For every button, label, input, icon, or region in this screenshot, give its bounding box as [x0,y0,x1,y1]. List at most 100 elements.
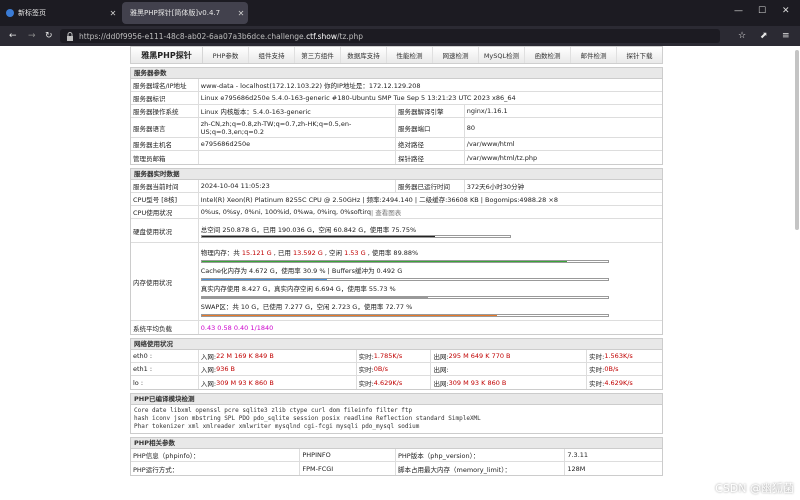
value: www-data - localhost(172.12.103.22) 你的IP… [200,82,421,90]
value: /var/www/html [466,140,515,148]
close-window-icon[interactable]: ✕ [782,6,790,16]
label: 服务器已运行时间 [396,180,465,192]
net-in: 入网: 309 M 93 K 860 B [199,376,357,389]
back-icon[interactable]: ← [9,30,17,42]
net-out: 出网: 309 M 93 K 860 B [431,376,588,389]
nav-performance[interactable]: 性能检测 [387,47,433,63]
minimize-icon[interactable]: — [734,6,743,16]
url-prefix: https://dd0f9956-e111-48c8-ab02-6aa07a3b… [79,31,307,41]
phpinfo-link[interactable]: PHPINFO [300,449,396,461]
table-row: 服务器域名/IP地址 www-data - localhost(172.12.1… [131,79,662,92]
nav-mail[interactable]: 邮件检测 [571,47,617,63]
label: 服务器标识 [131,92,199,104]
net-out: 出网: 295 M 649 K 770 B [431,350,588,362]
url-path: /tz.php [337,31,364,41]
iface: eth0 : [131,350,199,362]
phys-used: 13.592 G [292,248,323,257]
forward-icon[interactable]: → [28,30,36,42]
value: 1.785K/s [373,352,403,360]
tab-title: 新标签页 [18,9,46,17]
net-rt-in: 实时: 4.629K/s [357,376,432,389]
nav-mysql[interactable]: MySQL检测 [479,47,525,63]
label: 服务器语言 [131,118,199,137]
text: 出网: [433,353,449,361]
text: 入网: [200,366,217,374]
phys-total: 15.121 G [241,248,272,257]
table-row: CPU型号 [8核] Intel(R) Xeon(R) Platinum 825… [131,193,662,206]
table-row: 硬盘使用状况 总空间 250.878 G，已用 190.036 G，空闲 60.… [131,219,662,243]
value: 4.629K/s [604,378,633,387]
section-title: PHP相关参数 [131,438,662,449]
value: 2024-10-04 11:05:23 [199,180,396,192]
section-title: 服务器实时数据 [131,169,662,180]
menu-icon[interactable]: ≡ [782,30,790,42]
value: 0.43 0.58 0.40 1/1840 [200,323,274,332]
module-line: Phar tokenizer xml xmlreader xmlwriter m… [134,423,420,430]
cache-memory-bar [200,277,609,281]
url-text: https://dd0f9956-e111-48c8-ab02-6aa07a3b… [79,32,363,41]
text: 入网: [200,379,217,388]
value: 0%us, 0%sy, 0%ni, 100%id, 0%wa, 0%irq, 0… [199,206,662,218]
value: FPM-FCGI [300,462,396,475]
probe-brand[interactable]: 雅黑PHP探针 [131,47,203,63]
table-row: 服务器操作系统 Linux 内核版本：5.4.0-163-generic 服务器… [131,105,662,118]
nav-components[interactable]: 组件支持 [249,47,295,63]
physical-memory-bar [200,259,609,263]
value: 309 M 93 K 860 B [216,378,274,387]
section-title: 网络使用状况 [131,339,662,350]
view-chart-link[interactable]: | 查看图表 [371,207,401,217]
modules-section: PHP已编译模块检测 Core date libxml openssl pcre… [130,393,663,434]
value: e795686d250e [199,138,396,150]
maximize-icon[interactable]: ☐ [758,6,766,16]
cache-memory-text: Cache化内存为 4.672 G，使用率 30.9 % | Buffers缓冲… [200,266,403,275]
page-viewport: 雅黑PHP探针 PHP参数 组件支持 第三方组件 数据库支持 性能检测 网速检测… [0,46,800,500]
nav-database[interactable]: 数据库支持 [341,47,387,63]
text: 实时: [589,379,605,388]
label: 服务器主机名 [131,138,199,150]
text: , 已用 [271,248,293,257]
url-bar[interactable]: https://dd0f9956-e111-48c8-ab02-6aa07a3b… [60,29,720,43]
net-rt-out: 实时: 1.563K/s [587,350,662,362]
label: PHP版本（php_version）： [396,449,566,461]
tab-new-tab[interactable]: 新标签页 ✕ [0,0,120,26]
page-scrollbar[interactable] [795,50,799,230]
tab-probe[interactable]: 雅黑PHP探针[简体版]v0.4.7 ✕ [122,2,248,24]
nav-download[interactable]: 探针下载 [617,47,662,63]
nav-php-params[interactable]: PHP参数 [203,47,249,63]
nav-functions[interactable]: 函数检测 [525,47,571,63]
net-rt-out: 实时: 4.629K/s [587,376,662,389]
table-row: PHP信息（phpinfo）： PHPINFO PHP版本（php_versio… [131,449,662,462]
value: 309 M 93 K 860 B [448,378,507,387]
text: 实时: [358,366,374,374]
server-params-section: 服务器参数 服务器域名/IP地址 www-data - localhost(17… [130,67,663,165]
text: 实时: [358,379,374,388]
label: CPU使用状况 [131,206,199,218]
net-rt-in: 实时: 0B/s [357,363,432,375]
close-tab-icon[interactable]: ✕ [234,9,248,18]
tab-title: 雅黑PHP探针[简体版]v0.4.7 [130,9,221,17]
text: , 使用率 89.88% [365,248,419,257]
table-row: CPU使用状况 0%us, 0%sy, 0%ni, 100%id, 0%wa, … [131,206,662,219]
net-in: 入网: 22 M 169 K 849 B [199,350,357,362]
value: 80 [466,123,476,132]
bookmark-star-icon[interactable]: ☆ [738,30,746,42]
probe-nav: 雅黑PHP探针 PHP参数 组件支持 第三方组件 数据库支持 性能检测 网速检测… [130,46,663,64]
value: 936 B [216,365,236,373]
browser-toolbar: ← → ↻ https://dd0f9956-e111-48c8-ab02-6a… [0,26,800,46]
text: 实时: [358,353,374,361]
nav-network-speed[interactable]: 网速检测 [433,47,479,63]
table-row: 服务器主机名 e795686d250e 绝对路径 /var/www/html [131,138,662,151]
net-out: 出网: [431,363,588,375]
value: 128M [567,464,586,473]
realtime-section: 服务器实时数据 服务器当前时间 2024-10-04 11:05:23 服务器已… [130,168,663,335]
reload-icon[interactable]: ↻ [45,30,53,42]
close-tab-icon[interactable]: ✕ [106,9,120,18]
nav-third-party[interactable]: 第三方组件 [295,47,341,63]
value [199,151,396,164]
table-row: 服务器语言 zh-CN,zh;q=0.8,zh-TW;q=0.7,zh-HK;q… [131,118,662,138]
network-section: 网络使用状况 eth0 : 入网: 22 M 169 K 849 B 实时: 1… [130,338,663,390]
text: 实时: [589,366,605,374]
value: zh-CN,zh;q=0.8,zh-TW;q=0.7,zh-HK;q=0.5,e… [199,118,396,137]
extensions-icon[interactable]: ⬈ [760,30,768,42]
table-row: lo : 入网: 309 M 93 K 860 B 实时: 4.629K/s 出… [131,376,662,389]
